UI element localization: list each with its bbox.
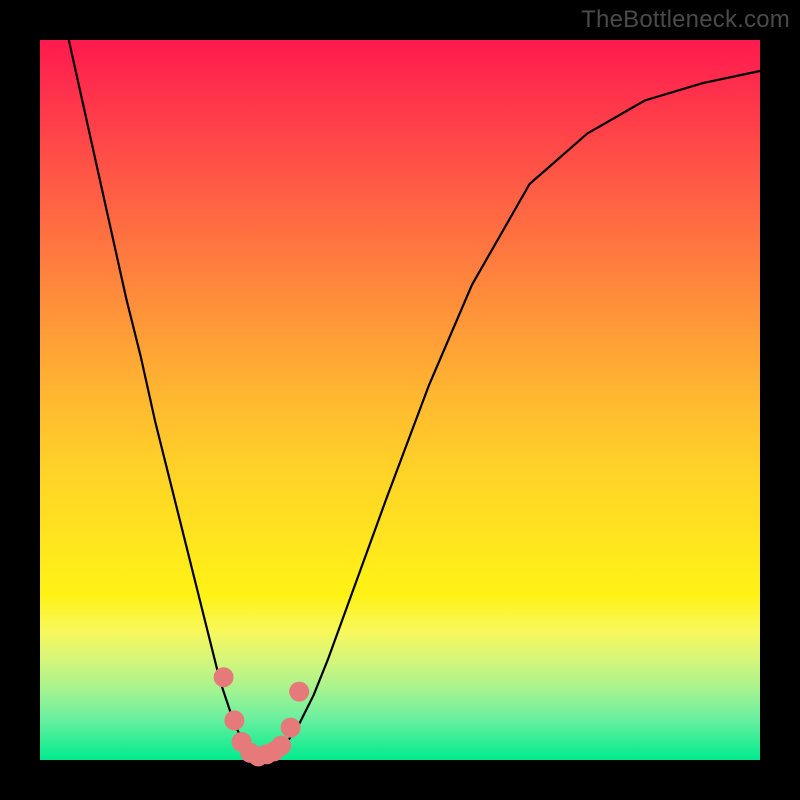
- sample-dots-group: [214, 667, 310, 766]
- sample-dot: [271, 736, 291, 756]
- curve-layer: [40, 40, 760, 760]
- sample-dot: [289, 682, 309, 702]
- bottleneck-curve: [69, 40, 760, 756]
- watermark-label: TheBottleneck.com: [581, 6, 790, 34]
- plot-area: [40, 40, 760, 760]
- sample-dot: [224, 710, 244, 730]
- chart-frame: TheBottleneck.com: [0, 0, 800, 800]
- sample-dot: [281, 718, 301, 738]
- sample-dot: [214, 667, 234, 687]
